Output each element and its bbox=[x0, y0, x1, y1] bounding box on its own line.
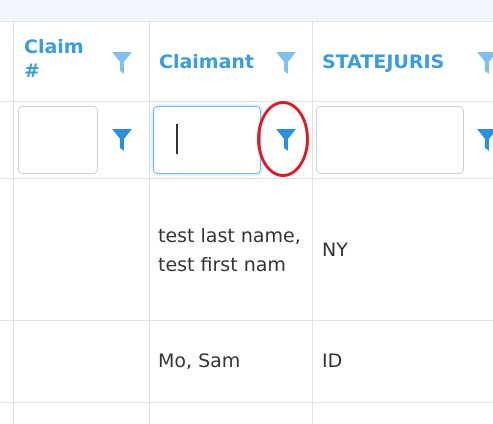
table-cell-claimant: Mo, Sam bbox=[158, 350, 241, 372]
table-cell-claimant: test last name, test first nam bbox=[158, 225, 301, 276]
text-caret bbox=[176, 124, 178, 154]
column-divider bbox=[312, 21, 313, 424]
column-header-claimant[interactable]: Claimant bbox=[159, 50, 254, 74]
header-divider bbox=[0, 101, 493, 102]
toolbar-strip bbox=[0, 0, 493, 22]
claimant-filter-input[interactable] bbox=[153, 106, 261, 174]
claim-number-filter-input[interactable] bbox=[18, 106, 98, 174]
row-divider bbox=[0, 320, 493, 321]
filter-row-divider bbox=[0, 178, 493, 179]
table-cell-statejuris: ID bbox=[322, 350, 343, 372]
statejuris-filter-input[interactable] bbox=[316, 106, 464, 174]
column-divider bbox=[149, 21, 150, 424]
funnel-icon[interactable] bbox=[476, 128, 493, 152]
funnel-icon[interactable] bbox=[111, 128, 133, 152]
table-cell-statejuris: NY bbox=[322, 239, 348, 261]
funnel-icon[interactable] bbox=[476, 51, 493, 75]
column-header-statejuris[interactable]: STATEJURIS bbox=[322, 50, 444, 74]
column-divider bbox=[13, 21, 14, 424]
column-header-claim-number[interactable]: Claim # bbox=[24, 35, 94, 83]
funnel-icon[interactable] bbox=[275, 51, 297, 75]
funnel-icon[interactable] bbox=[111, 51, 133, 75]
row-divider bbox=[0, 402, 493, 403]
highlight-ring bbox=[257, 101, 309, 177]
